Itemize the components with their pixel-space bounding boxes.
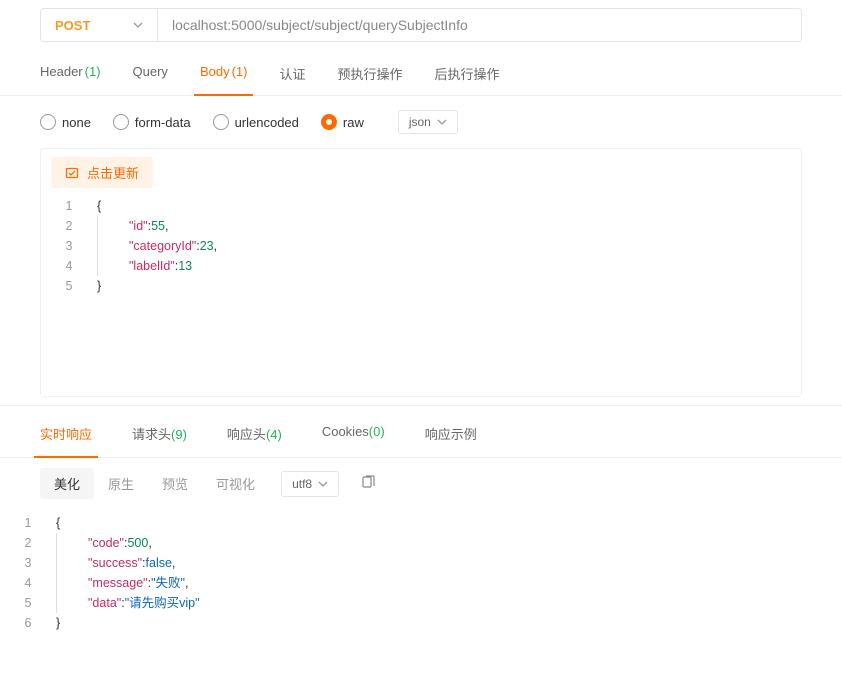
radio-icon: [113, 114, 129, 130]
request-editor-panel: 点击更新 1{2"id": 55,3"categoryId": 23,4"lab…: [40, 148, 802, 397]
chevron-down-icon: [318, 481, 328, 487]
code-line: 6}: [0, 613, 842, 633]
radio-icon: [213, 114, 229, 130]
copy-icon: [361, 475, 376, 490]
code-line: 2"id": 55,: [41, 216, 801, 236]
radio-form-data[interactable]: form-data: [113, 114, 191, 130]
code-line: 4"message": "失败",: [0, 573, 842, 593]
view-visual[interactable]: 可视化: [202, 468, 269, 499]
tab-query[interactable]: Query: [133, 54, 168, 95]
radio-icon: [40, 114, 56, 130]
refresh-icon: [65, 166, 79, 180]
view-toolbar: 美化 原生 预览 可视化 utf8: [0, 458, 842, 509]
code-line: 5}: [41, 276, 801, 296]
url-input[interactable]: [158, 8, 802, 42]
view-preview[interactable]: 预览: [148, 468, 202, 499]
code-line: 5"data": "请先购买vip": [0, 593, 842, 613]
code-line: 2"code": 500,: [0, 533, 842, 553]
resp-tab-cookies[interactable]: Cookies(0): [322, 412, 385, 457]
radio-none[interactable]: none: [40, 114, 91, 130]
response-body-editor[interactable]: 1{2"code": 500,3"success": false,4"messa…: [0, 513, 842, 637]
request-body-editor[interactable]: 1{2"id": 55,3"categoryId": 23,4"labelId"…: [41, 196, 801, 396]
response-tabs: 实时响应 请求头(9) 响应头(4) Cookies(0) 响应示例: [0, 412, 842, 458]
method-select[interactable]: POST: [40, 8, 158, 42]
radio-urlencoded[interactable]: urlencoded: [213, 114, 299, 130]
request-tabs: Header(1) Query Body(1) 认证 预执行操作 后执行操作: [0, 54, 842, 96]
resp-tab-response-headers[interactable]: 响应头(4): [227, 412, 282, 457]
chevron-down-icon: [437, 119, 447, 125]
resp-tab-realtime[interactable]: 实时响应: [40, 412, 92, 457]
format-select[interactable]: json: [398, 110, 458, 134]
update-button[interactable]: 点击更新: [51, 157, 153, 188]
body-type-row: none form-data urlencoded raw json: [0, 96, 842, 148]
tab-post-exec[interactable]: 后执行操作: [435, 54, 500, 95]
view-raw[interactable]: 原生: [94, 468, 148, 499]
encoding-select[interactable]: utf8: [281, 471, 339, 497]
radio-icon: [321, 114, 337, 130]
tab-body[interactable]: Body(1): [200, 54, 248, 95]
code-line: 1{: [41, 196, 801, 216]
chevron-down-icon: [133, 20, 143, 31]
resp-tab-example[interactable]: 响应示例: [425, 412, 477, 457]
tab-header[interactable]: Header(1): [40, 54, 101, 95]
code-line: 3"categoryId": 23,: [41, 236, 801, 256]
response-section: 实时响应 请求头(9) 响应头(4) Cookies(0) 响应示例 美化 原生…: [0, 405, 842, 637]
method-label: POST: [55, 18, 90, 33]
radio-raw[interactable]: raw: [321, 114, 364, 130]
tab-auth[interactable]: 认证: [279, 54, 305, 95]
request-bar: POST: [0, 0, 842, 54]
code-line: 1{: [0, 513, 842, 533]
tab-pre-exec[interactable]: 预执行操作: [337, 54, 402, 95]
code-line: 4"labelId": 13: [41, 256, 801, 276]
code-line: 3"success": false,: [0, 553, 842, 573]
resp-tab-request-headers[interactable]: 请求头(9): [132, 412, 187, 457]
copy-button[interactable]: [357, 471, 380, 497]
view-beautify[interactable]: 美化: [40, 468, 94, 499]
